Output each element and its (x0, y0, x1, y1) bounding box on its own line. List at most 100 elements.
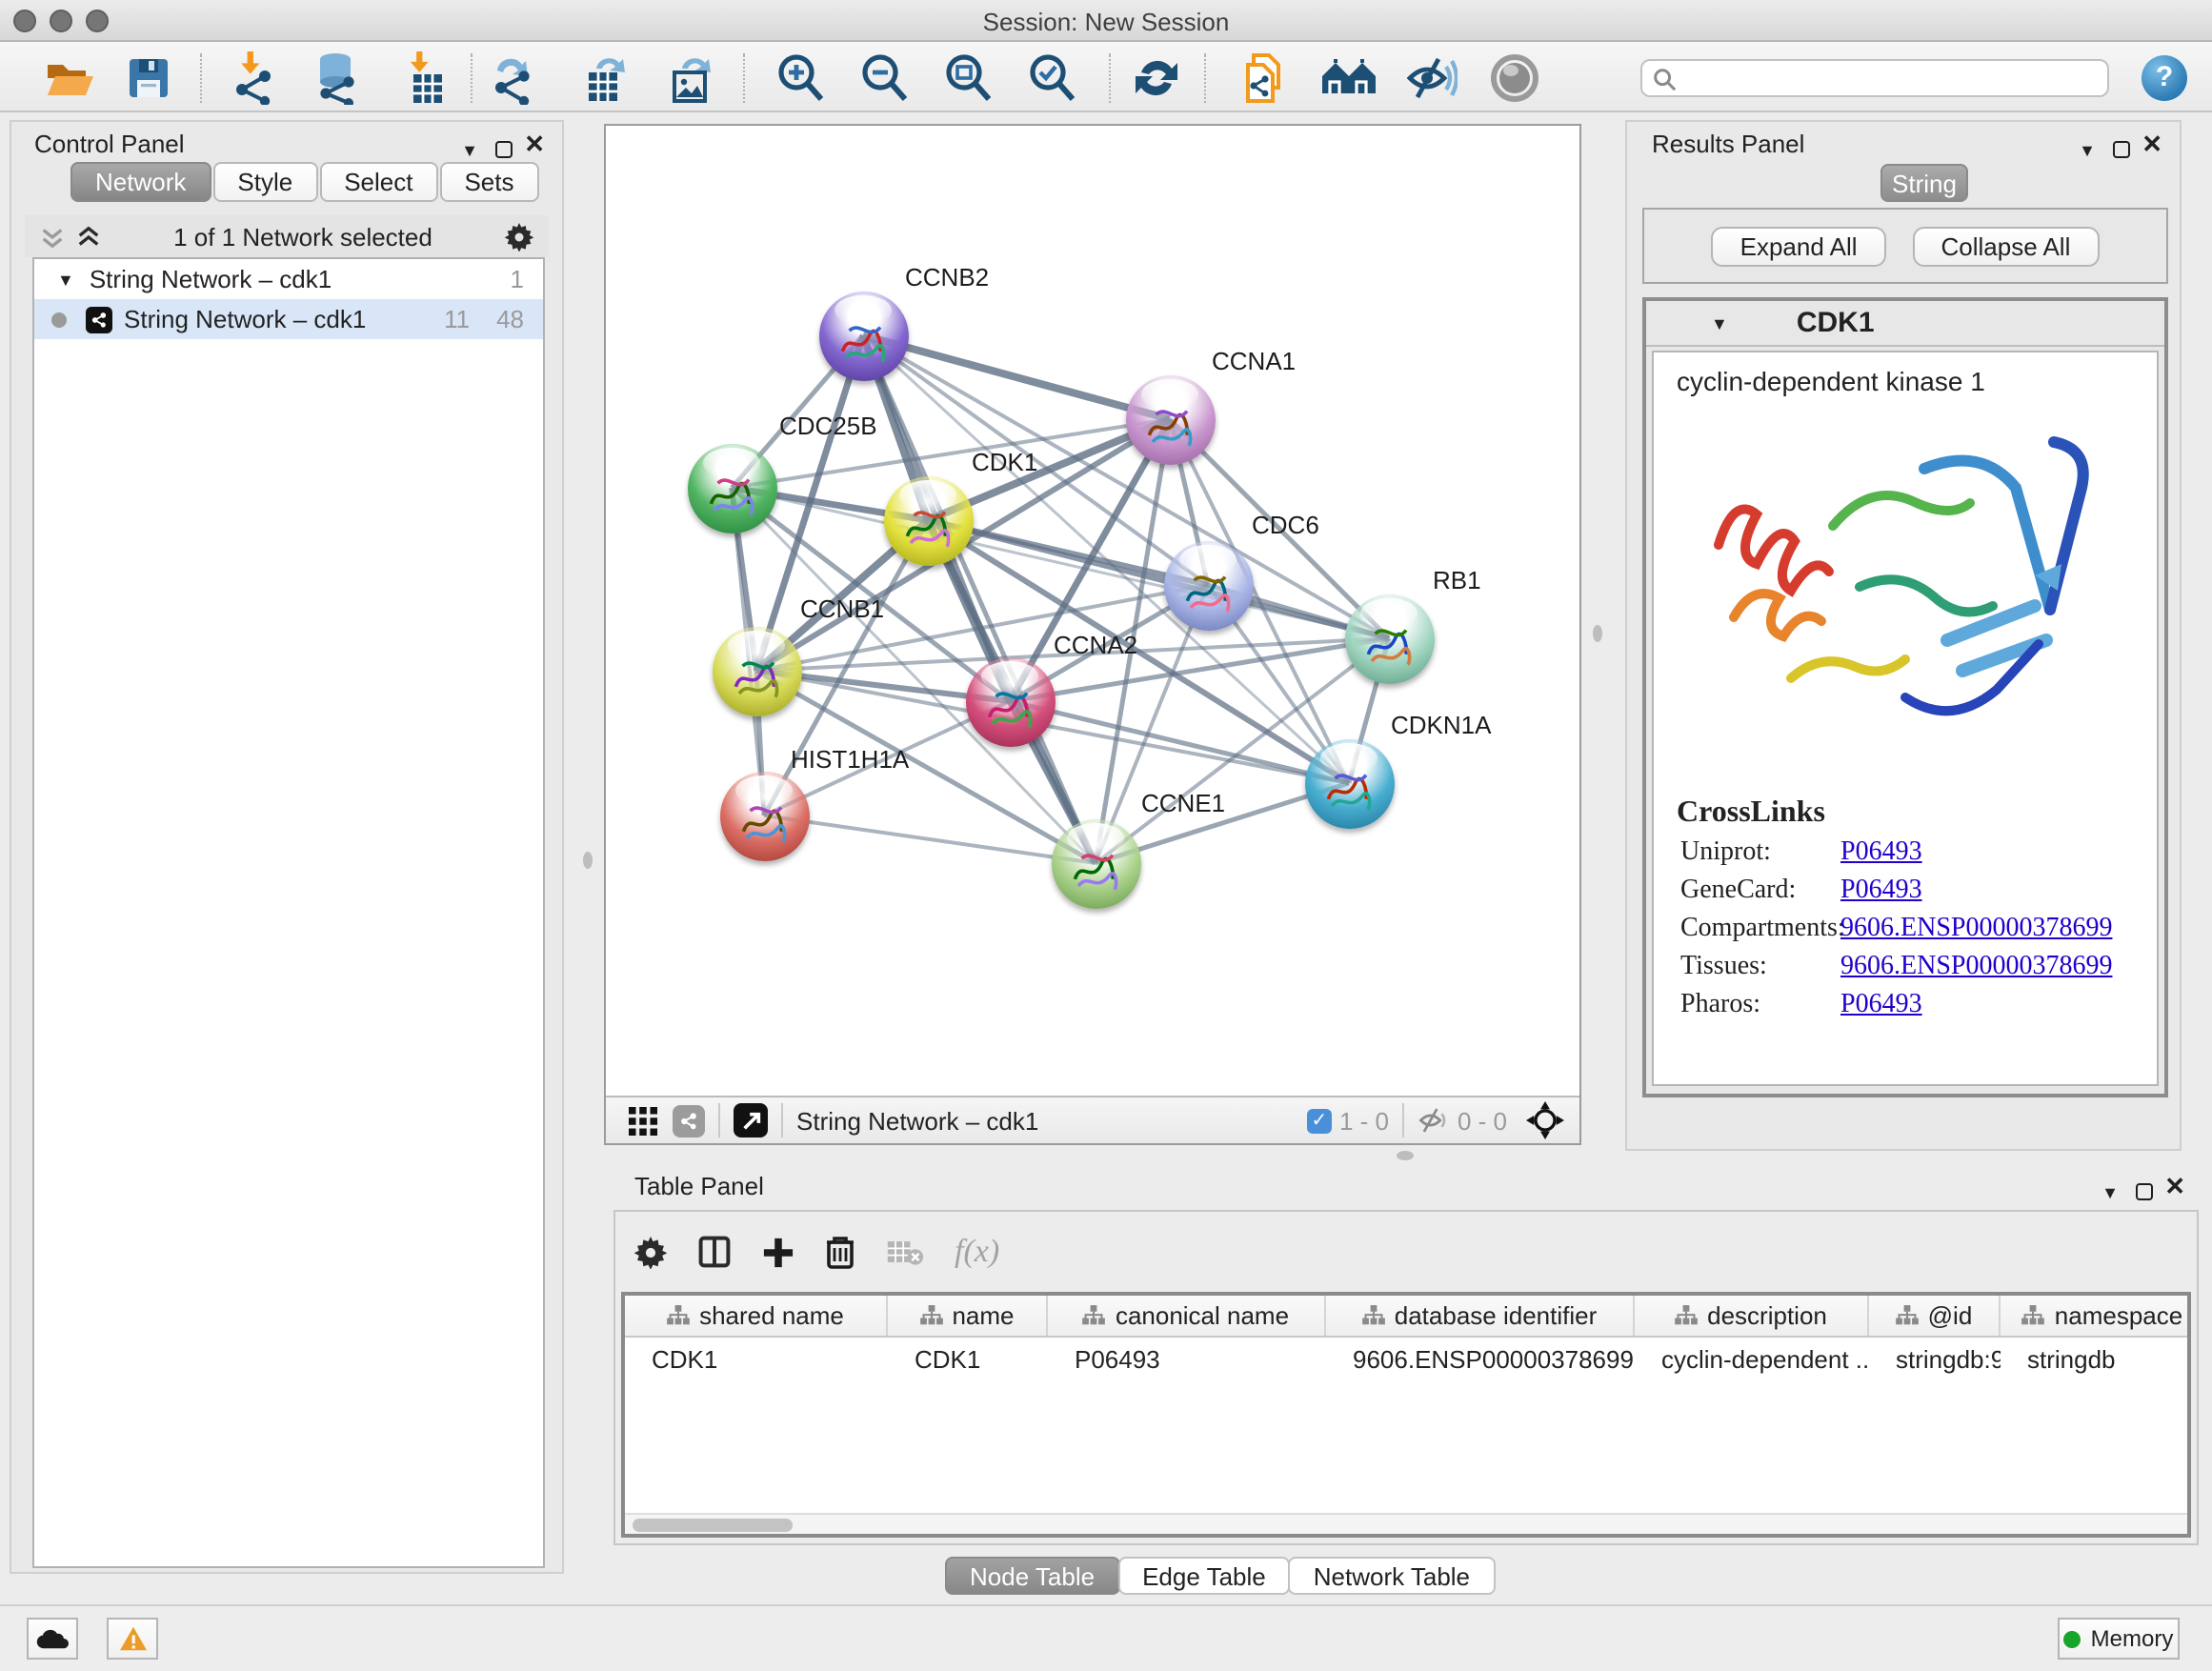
export-table-button[interactable] (577, 50, 634, 107)
selected-checkbox-icon[interactable]: ✓ (1307, 1108, 1332, 1133)
node-CCNE1[interactable] (1051, 818, 1140, 908)
scrollbar-thumb[interactable] (633, 1519, 793, 1532)
edge-CDK1-RB1[interactable] (928, 520, 1389, 638)
import-table-button[interactable] (396, 50, 453, 107)
gear-icon[interactable] (634, 1236, 667, 1268)
table-horizontal-scrollbar[interactable] (625, 1513, 2187, 1534)
tab-network-table[interactable]: Network Table (1289, 1557, 1495, 1595)
copy-share-button[interactable] (1235, 50, 1292, 107)
table-cell[interactable]: cyclin-dependent ... (1635, 1338, 1869, 1379)
tab-style[interactable]: Style (212, 162, 317, 202)
edge-CCNB2-CCNE1[interactable] (863, 335, 1096, 863)
crosslink-link[interactable]: P06493 (1840, 876, 1922, 907)
zoom-fit-button[interactable] (939, 50, 996, 107)
export-network-button[interactable] (486, 50, 543, 107)
table-row[interactable]: CDK1CDK1P064939606.ENSP00000378699cyclin… (625, 1338, 2187, 1379)
delete-column-icon[interactable] (825, 1235, 855, 1269)
hidden-eye-icon[interactable] (1418, 1107, 1450, 1134)
tab-network[interactable]: Network (70, 162, 211, 202)
column-header-name[interactable]: name (888, 1296, 1048, 1336)
import-network-button[interactable] (227, 50, 284, 107)
edge-HIST1H1A-CCNE1[interactable] (764, 815, 1096, 863)
panel-menu-icon[interactable]: ▼ (461, 133, 478, 162)
node-CCNA1[interactable] (1125, 374, 1215, 464)
collapse-all-button[interactable]: Collapse All (1913, 226, 2100, 266)
grid-view-icon[interactable] (629, 1106, 657, 1135)
column-header-database-identifier[interactable]: database identifier (1326, 1296, 1635, 1336)
hide-unhide-button[interactable] (1402, 50, 1459, 107)
column-header-shared-name[interactable]: shared name (625, 1296, 888, 1336)
crosslink-link[interactable]: 9606.ENSP00000378699 (1840, 915, 2112, 945)
node-CDK1[interactable] (883, 475, 973, 565)
panel-menu-icon[interactable]: ▼ (2101, 1176, 2119, 1204)
collapse-all-icon[interactable] (40, 224, 65, 249)
birdseye-navigator-icon[interactable] (1526, 1101, 1564, 1139)
panel-float-icon[interactable] (2113, 135, 2130, 164)
table-cell[interactable]: stringdb (2001, 1338, 2191, 1379)
table-cell[interactable]: CDK1 (625, 1338, 888, 1379)
node-CCNB1[interactable] (712, 626, 801, 715)
node-CDC25B[interactable] (687, 443, 776, 533)
search-input[interactable] (1677, 63, 2107, 93)
tab-node-table[interactable]: Node Table (945, 1557, 1119, 1595)
network-row-selected[interactable]: String Network – cdk1 11 48 (34, 299, 543, 339)
panel-float-icon[interactable] (495, 135, 513, 164)
zoom-selected-button[interactable] (1023, 50, 1080, 107)
node-CDC6[interactable] (1163, 540, 1253, 630)
table-cell[interactable]: P06493 (1048, 1338, 1326, 1379)
search-box[interactable] (1640, 59, 2109, 97)
tree-expand-icon[interactable]: ▼ (57, 270, 74, 289)
crosslink-link[interactable]: P06493 (1840, 991, 1922, 1021)
warning-status-button[interactable] (107, 1618, 158, 1660)
add-column-icon[interactable] (762, 1236, 794, 1268)
left-splitter-handle[interactable] (583, 852, 593, 869)
section-collapse-icon[interactable]: ▼ (1711, 313, 1728, 332)
zoom-out-button[interactable] (855, 50, 913, 107)
network-canvas[interactable]: CCNB2CCNA1CDC25BCDK1CDC6RB1CCNB1CCNA2CDK… (606, 126, 1579, 1096)
tab-edge-table[interactable]: Edge Table (1117, 1557, 1291, 1595)
node-HIST1H1A[interactable] (719, 771, 809, 860)
node-CCNA2[interactable] (965, 656, 1055, 746)
zoom-in-button[interactable] (772, 50, 829, 107)
refresh-button[interactable] (1128, 50, 1185, 107)
gear-icon[interactable] (505, 222, 533, 251)
table-cell[interactable]: stringdb:9... (1869, 1338, 2001, 1379)
bottom-splitter-handle[interactable] (1397, 1151, 1414, 1160)
panel-close-icon[interactable]: ✕ (2142, 130, 2162, 160)
save-session-button[interactable] (120, 50, 177, 107)
panel-float-icon[interactable] (2136, 1178, 2153, 1206)
gene-section-header[interactable]: ▼ CDK1 (1646, 301, 2164, 347)
node-RB1[interactable] (1344, 594, 1434, 683)
column-header-namespace[interactable]: namespace (2001, 1296, 2191, 1336)
column-header-description[interactable]: description (1635, 1296, 1869, 1336)
crosslink-link[interactable]: 9606.ENSP00000378699 (1840, 953, 2112, 983)
preview-orb-button[interactable] (1486, 50, 1543, 107)
table-cell[interactable]: 9606.ENSP00000378699 (1326, 1338, 1635, 1379)
help-button[interactable]: ? (2142, 55, 2187, 101)
detach-view-icon[interactable] (734, 1103, 768, 1137)
tab-string[interactable]: String (1880, 164, 1968, 202)
export-image-button[interactable] (663, 50, 720, 107)
home-networks-button[interactable] (1320, 50, 1377, 107)
tab-sets[interactable]: Sets (439, 162, 538, 202)
expand-all-icon[interactable] (76, 224, 101, 249)
table-cell[interactable]: CDK1 (888, 1338, 1048, 1379)
panel-menu-icon[interactable]: ▼ (2079, 133, 2096, 162)
node-CCNB2[interactable] (818, 291, 908, 380)
cloud-status-button[interactable] (27, 1618, 78, 1660)
column-header--id[interactable]: @id (1869, 1296, 2001, 1336)
tab-select[interactable]: Select (319, 162, 437, 202)
open-session-button[interactable] (42, 50, 99, 107)
string-view-icon[interactable] (673, 1104, 705, 1137)
network-collection-row[interactable]: ▼ String Network – cdk1 1 (34, 259, 543, 299)
right-splitter-handle[interactable] (1593, 625, 1602, 642)
column-header-canonical-name[interactable]: canonical name (1048, 1296, 1326, 1336)
node-CDKN1A[interactable] (1304, 738, 1394, 828)
crosslink-link[interactable]: P06493 (1840, 838, 1922, 869)
memory-button[interactable]: Memory (2058, 1618, 2180, 1660)
panel-close-icon[interactable]: ✕ (2164, 1172, 2185, 1202)
expand-all-button[interactable]: Expand All (1712, 226, 1886, 266)
import-network-database-button[interactable] (309, 50, 366, 107)
show-columns-icon[interactable] (697, 1235, 732, 1269)
panel-close-icon[interactable]: ✕ (524, 130, 545, 160)
